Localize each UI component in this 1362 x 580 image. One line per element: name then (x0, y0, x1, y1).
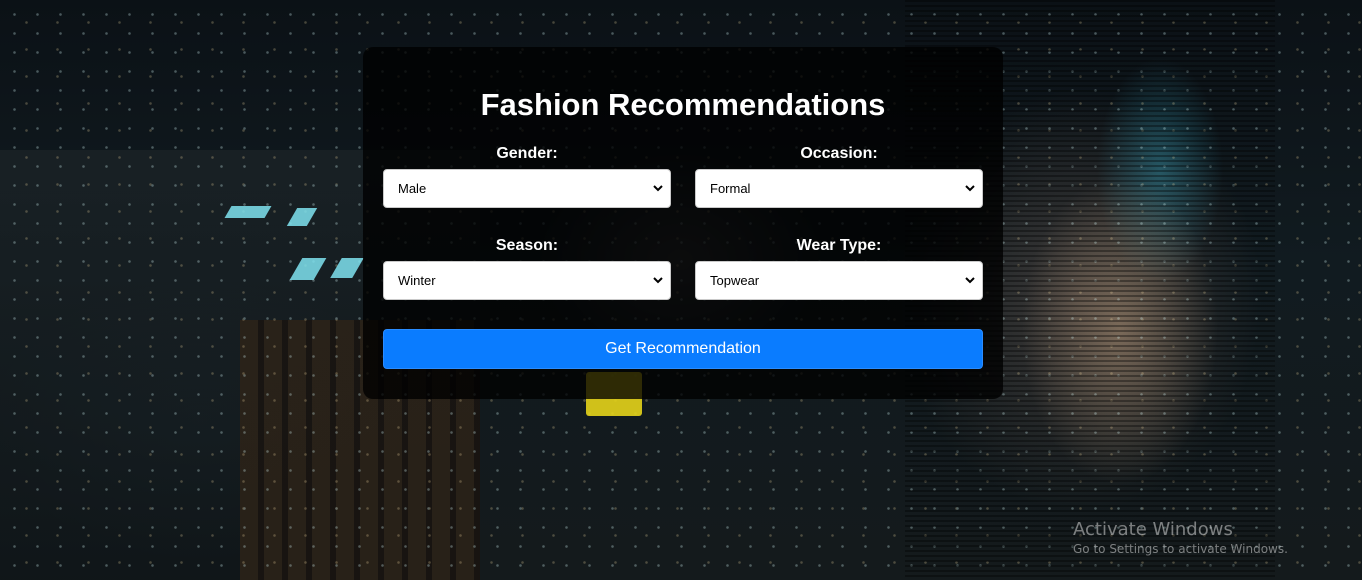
watermark-subtitle: Go to Settings to activate Windows. (1073, 542, 1288, 556)
get-recommendation-button[interactable]: Get Recommendation (383, 329, 983, 369)
occasion-selected-value: Formal (710, 181, 751, 196)
gender-field: Gender: Male (383, 145, 671, 208)
occasion-field: Occasion: Formal (695, 145, 983, 208)
activate-windows-watermark: Activate Windows Go to Settings to activ… (1073, 519, 1288, 557)
gender-label: Gender: (496, 145, 558, 162)
chevron-down-icon (653, 185, 663, 192)
occasion-select[interactable]: Formal (695, 169, 983, 208)
occasion-label: Occasion: (800, 145, 878, 162)
season-select[interactable]: Winter (383, 261, 671, 300)
wear-type-label: Wear Type: (796, 237, 882, 254)
page-title: Fashion Recommendations (480, 87, 886, 122)
season-label: Season: (495, 237, 559, 254)
chevron-down-icon (965, 185, 975, 192)
wear-type-select[interactable]: Topwear (695, 261, 983, 300)
chevron-down-icon (965, 277, 975, 284)
wear-type-field: Wear Type: Topwear (695, 237, 983, 300)
season-field: Season: Winter (383, 237, 671, 300)
chevron-down-icon (653, 277, 663, 284)
recommendation-form-card: Fashion Recommendations Gender: Male Occ… (363, 47, 1003, 399)
gender-select[interactable]: Male (383, 169, 671, 208)
background-light-shard (224, 206, 272, 218)
watermark-title: Activate Windows (1073, 519, 1233, 540)
season-selected-value: Winter (398, 273, 436, 288)
gender-selected-value: Male (398, 181, 427, 196)
wear-type-selected-value: Topwear (710, 273, 760, 288)
